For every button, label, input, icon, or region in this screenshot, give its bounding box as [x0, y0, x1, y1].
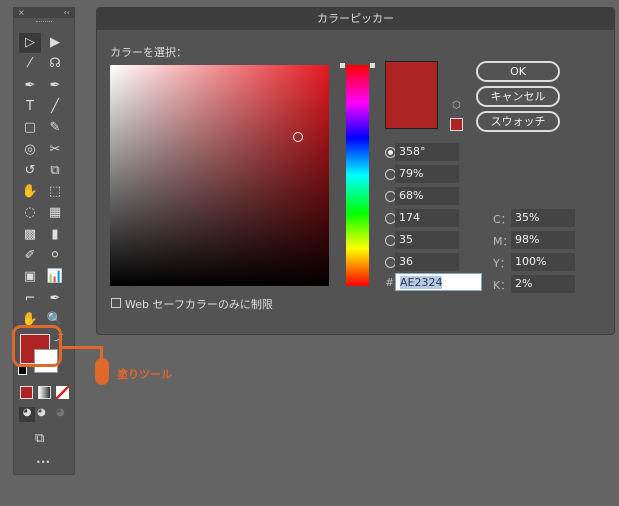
tool-15-icon[interactable]: ⬚ [44, 182, 66, 202]
callout-label: 塗りツール [117, 368, 172, 381]
tool-1-icon[interactable]: ▶ [44, 33, 66, 53]
hex-value: AE2324 [400, 276, 443, 289]
tool-8-icon[interactable]: ▢ [19, 118, 41, 138]
gradient-mode-button[interactable] [38, 386, 51, 399]
tool-23-icon[interactable]: 📊 [44, 267, 66, 287]
tool-9-icon[interactable]: ✎ [44, 118, 66, 138]
tool-2-icon[interactable]: ⁄ [19, 54, 41, 74]
none-mode-button[interactable] [56, 386, 69, 399]
default-colors-icon[interactable] [18, 366, 27, 375]
select-color-label: カラーを選択： [110, 46, 187, 59]
tool-17-icon[interactable]: ▦ [44, 203, 66, 223]
tool-3-icon[interactable]: ☊ [44, 54, 66, 74]
tool-19-icon[interactable]: ▮ [44, 225, 66, 245]
color-cursor[interactable] [293, 132, 303, 142]
more-tools-icon[interactable]: ••• [36, 458, 50, 467]
tool-21-icon[interactable]: ⚪ [44, 246, 66, 266]
hex-label: # [385, 276, 395, 289]
y-input[interactable]: 100% [511, 253, 575, 271]
tool-14-icon[interactable]: ✋ [19, 182, 41, 202]
callout-pill [95, 358, 109, 385]
r-input[interactable]: 174 [395, 209, 459, 227]
hex-input[interactable]: AE2324 [395, 273, 482, 291]
hue-slider[interactable] [346, 65, 369, 286]
tool-18-icon[interactable]: ▩ [19, 225, 41, 245]
tool-5-icon[interactable]: ✒ [44, 76, 66, 96]
tool-16-icon[interactable]: ◌ [19, 203, 41, 223]
tool-6-icon[interactable]: T [19, 97, 41, 117]
draw-normal-icon[interactable]: ◕ [19, 407, 35, 422]
callout-highlight [12, 325, 62, 367]
web-color-swatch[interactable] [450, 118, 463, 131]
color-field[interactable] [110, 65, 329, 286]
c-label: C： [493, 213, 512, 226]
k-input[interactable]: 2% [511, 275, 575, 293]
c-input[interactable]: 35% [511, 209, 575, 227]
web-safe-checkbox[interactable] [111, 298, 121, 308]
b-input[interactable]: 68% [395, 187, 459, 205]
cancel-button[interactable]: キャンセル [476, 86, 560, 107]
draw-inside-icon[interactable]: ◕ [56, 407, 65, 418]
tool-20-icon[interactable]: ✐ [19, 246, 41, 266]
color-mode-button[interactable] [20, 386, 33, 399]
tools-panel: × ‹‹ ▷ ▶ ⁄ ☊ ✒ ✒ T ╱ ▢ ✎ ◎ ✂ ↺ ⧉ ✋ ⬚ ◌ ▦ ▩ ▮ ✐ ⚪ ▣ 📊 ⌐ ✒ ✋ 🔍 ⤴ ◕ ◕ ◕… [13, 7, 75, 475]
b2-input[interactable]: 36 [395, 253, 459, 271]
s-input[interactable]: 79% [395, 165, 459, 183]
callout-line [61, 346, 103, 360]
close-icon[interactable]: × [18, 8, 25, 18]
panel-header: × ‹‹ [14, 8, 74, 18]
tool-10-icon[interactable]: ◎ [19, 140, 41, 160]
tool-24-icon[interactable]: ⌐ [19, 289, 41, 309]
tool-12-icon[interactable]: ↺ [19, 161, 41, 181]
drag-grip[interactable] [36, 21, 52, 23]
screen-mode-icon[interactable]: ⧉ [35, 431, 44, 446]
swatches-button[interactable]: スウォッチ [476, 111, 560, 132]
tool-0-icon[interactable]: ▷ [19, 33, 41, 53]
out-of-web-gamut-icon[interactable]: ⬡ [452, 100, 461, 111]
tool-7-icon[interactable]: ╱ [44, 97, 66, 117]
dialog-title: カラーピッカー [97, 8, 614, 30]
h-input[interactable]: 358° [395, 143, 459, 161]
draw-behind-icon[interactable]: ◕ [37, 407, 46, 418]
k-label: K： [493, 279, 512, 292]
y-label: Y： [493, 257, 511, 270]
tool-11-icon[interactable]: ✂ [44, 140, 66, 160]
web-safe-label: Web セーフカラーのみに制限 [125, 298, 273, 311]
g-input[interactable]: 35 [395, 231, 459, 249]
tool-25-icon[interactable]: ✒ [44, 289, 66, 309]
collapse-icon[interactable]: ‹‹ [64, 8, 70, 18]
tool-22-icon[interactable]: ▣ [19, 267, 41, 287]
m-input[interactable]: 98% [511, 231, 575, 249]
ok-button[interactable]: OK [476, 61, 560, 82]
tool-13-icon[interactable]: ⧉ [44, 161, 66, 181]
hue-slider-handle[interactable] [340, 63, 375, 68]
tool-4-icon[interactable]: ✒ [19, 76, 41, 96]
color-picker-dialog: カラーピッカー カラーを選択： Web セーフカラーのみに制限 ⬡ OK キャン… [96, 7, 615, 335]
new-color-preview [385, 61, 438, 129]
